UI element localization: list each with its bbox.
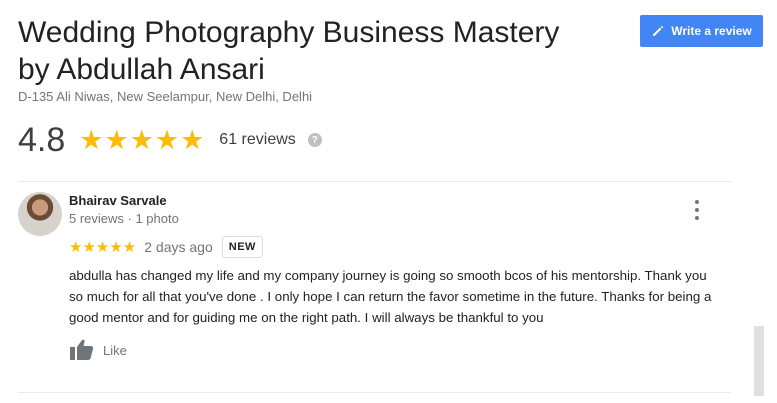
section-divider [18, 181, 731, 182]
rating-score: 4.8 [18, 120, 66, 159]
write-review-label: Write a review [671, 24, 752, 38]
new-badge: NEW [221, 236, 263, 258]
reviewer-meta: 5 reviews · 1 photo [69, 211, 179, 226]
review-rating-row: ★★★★★ 2 days ago NEW [69, 235, 263, 259]
review-count-link[interactable]: 61 reviews [219, 131, 295, 149]
review-text: abdulla has changed my life and my compa… [69, 268, 712, 325]
thumbs-up-icon [70, 339, 94, 360]
reviewer-name[interactable]: Bhairav Sarvale [69, 193, 167, 208]
review-date: 2 days ago [144, 239, 213, 255]
pencil-icon [653, 25, 664, 36]
like-button[interactable]: Like [69, 338, 127, 362]
business-address: D-135 Ali Niwas, New Seelampur, New Delh… [18, 89, 313, 104]
rating-summary: 4.8 ★★★★★ 61 reviews ? [18, 118, 322, 162]
more-options-icon[interactable] [689, 200, 705, 220]
like-label: Like [103, 342, 127, 358]
reviewer-avatar[interactable] [18, 192, 62, 236]
scrollbar-thumb[interactable] [754, 326, 764, 396]
review-divider [18, 392, 731, 393]
write-review-button[interactable]: Write a review [640, 15, 763, 47]
rating-stars: ★★★★★ [79, 124, 206, 155]
business-title: Wedding Photography Business Mastery by … [18, 16, 560, 86]
review-stars: ★★★★★ [69, 239, 137, 256]
help-icon[interactable]: ? [307, 133, 322, 147]
